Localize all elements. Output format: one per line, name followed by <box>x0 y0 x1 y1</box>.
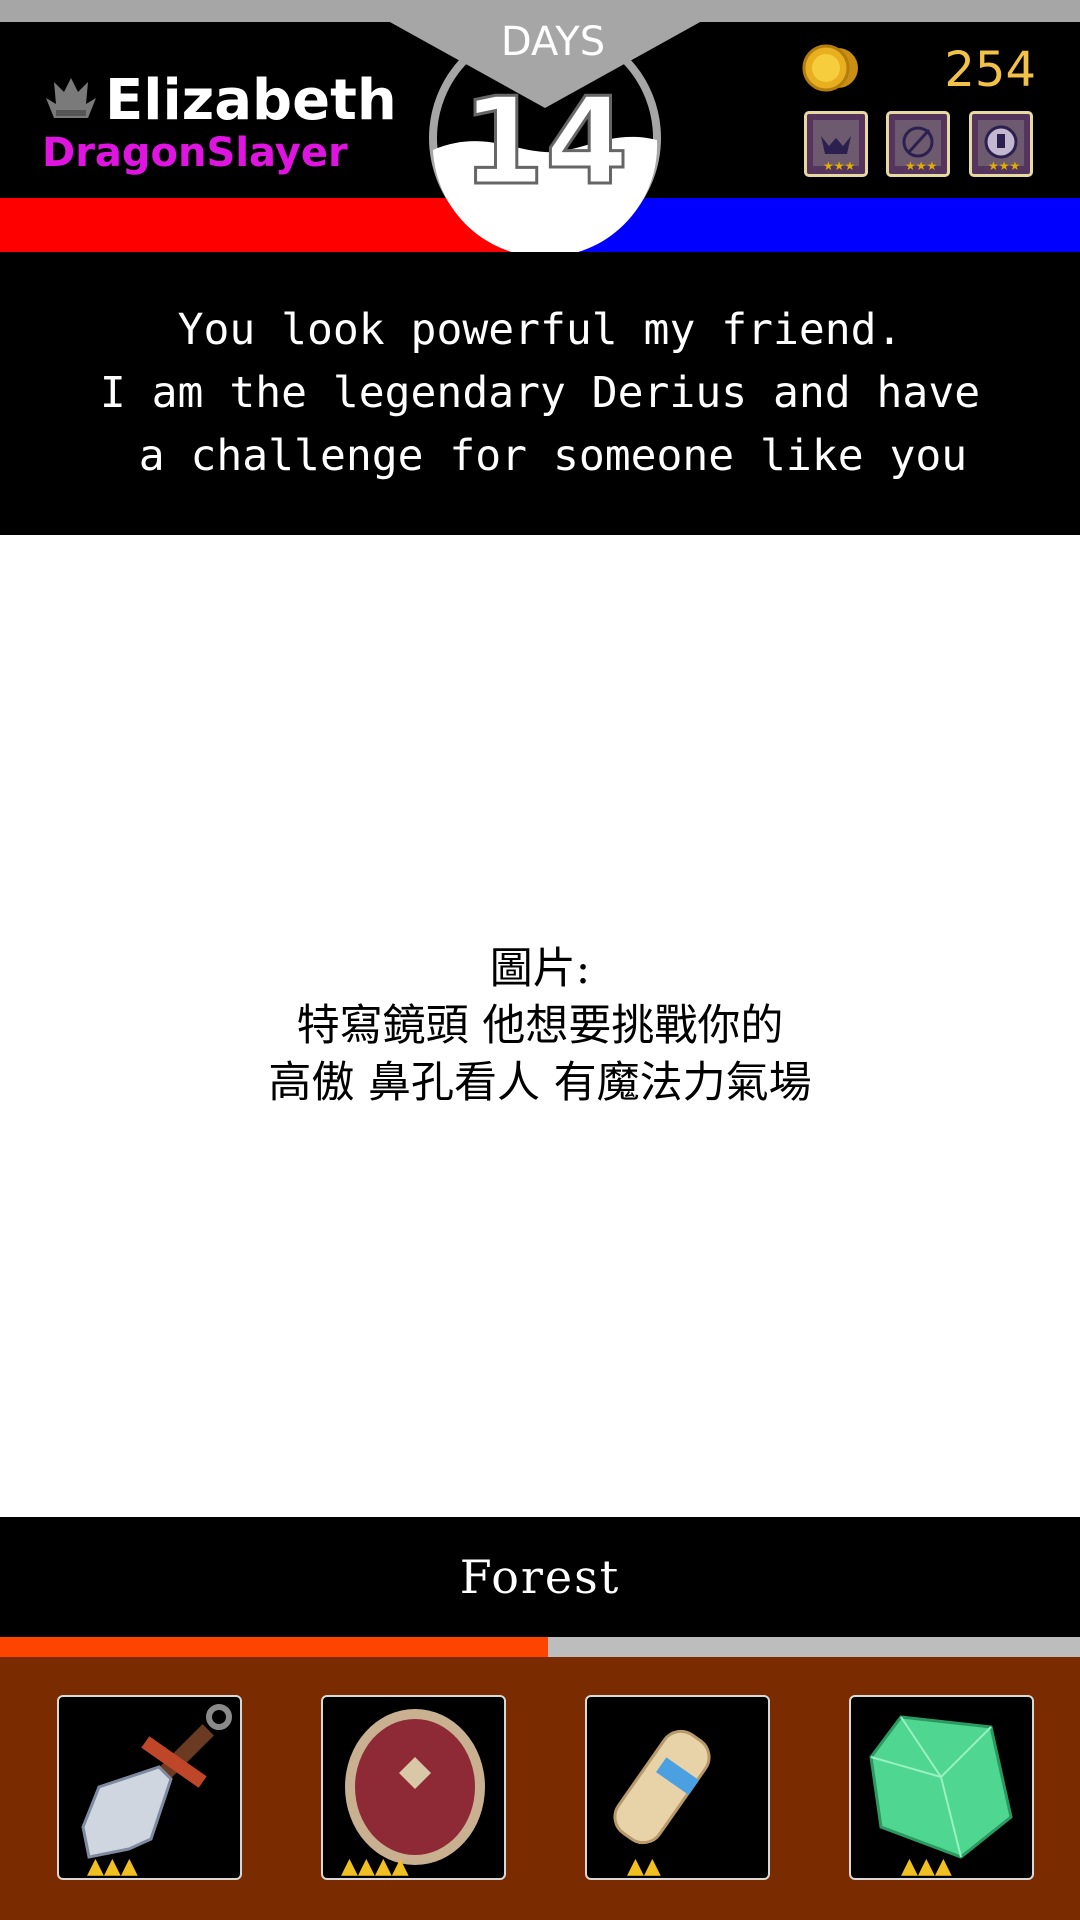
svg-text:▲▲▲: ▲▲▲ <box>901 1854 952 1878</box>
gear-badge-icon[interactable]: ★★★ <box>969 111 1033 177</box>
inventory-slot-scroll[interactable]: ▲▲ <box>585 1695 770 1880</box>
player-title: DragonSlayer <box>42 130 348 176</box>
inventory-slot-crystal[interactable]: ▲▲▲ <box>849 1695 1034 1880</box>
location-name: Forest <box>459 1550 621 1604</box>
location-bar: Forest <box>0 1517 1080 1637</box>
scroll-icon: ▲▲ <box>613 1729 711 1879</box>
inventory-slot-shield[interactable]: ▲▲▲▲ <box>321 1695 506 1880</box>
scene-caption-line: 高傲 鼻孔看人 有魔法力氣場 <box>268 1057 812 1108</box>
svg-text:▲▲▲▲: ▲▲▲▲ <box>341 1854 409 1878</box>
svg-text:★★★: ★★★ <box>988 159 1020 173</box>
svg-text:▲▲▲: ▲▲▲ <box>87 1854 138 1878</box>
location-progress-track <box>0 1637 1080 1657</box>
dialog-line: You look powerful my friend. <box>177 305 903 355</box>
dialog-box: You look powerful my friend. I am the le… <box>0 252 1080 535</box>
location-progress-fill <box>0 1637 548 1657</box>
svg-text:★★★: ★★★ <box>823 159 855 173</box>
scene-caption-line: 特寫鏡頭 他想要挑戰你的 <box>296 1000 784 1051</box>
compass-badge-icon[interactable]: ★★★ <box>886 111 950 177</box>
dagger-icon: ▲▲▲ <box>81 1704 232 1879</box>
inventory-slot-dagger[interactable]: ▲▲▲ <box>57 1695 242 1880</box>
player-name: Elizabeth <box>105 68 397 133</box>
crest-icon <box>46 78 96 118</box>
monster-badge-icon[interactable]: ★★★ <box>804 111 868 177</box>
svg-text:★★★: ★★★ <box>905 159 937 173</box>
scene-image-placeholder[interactable]: 圖片: 特寫鏡頭 他想要挑戰你的 高傲 鼻孔看人 有魔法力氣場 <box>0 535 1080 1517</box>
days-count: 14 <box>460 73 630 212</box>
scene-caption-line: 圖片: <box>489 943 591 994</box>
shield-icon: ▲▲▲▲ <box>341 1709 485 1879</box>
coin-count: 254 <box>944 42 1036 98</box>
dialog-line: I am the legendary Derius and have <box>99 368 981 418</box>
svg-text:▲▲: ▲▲ <box>627 1854 661 1878</box>
days-label: DAYS <box>500 19 606 65</box>
crystal-icon: ▲▲▲ <box>869 1715 1013 1879</box>
dialog-line: a challenge for someone like you <box>112 431 968 481</box>
coin-icon <box>802 44 858 92</box>
